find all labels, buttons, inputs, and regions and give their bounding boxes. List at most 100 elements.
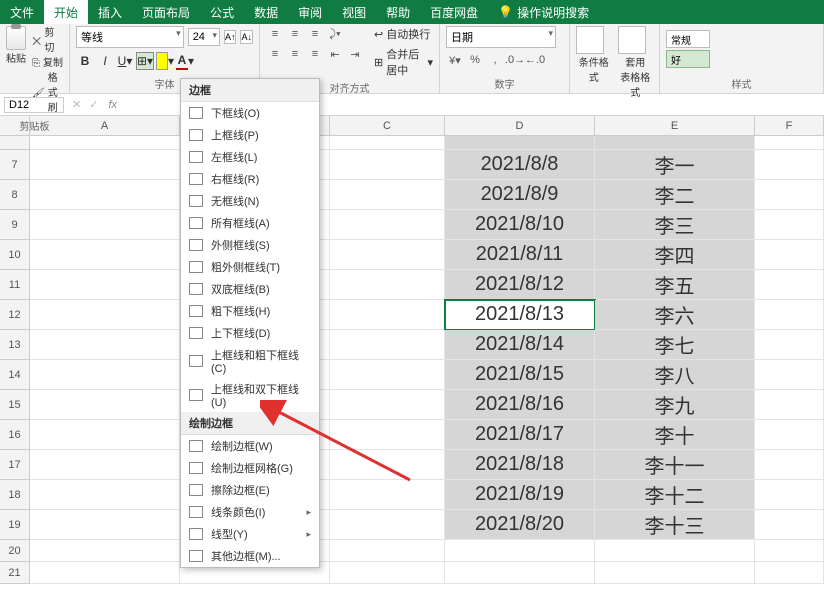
- row-header-11[interactable]: 11: [0, 270, 30, 300]
- cell-D15[interactable]: 2021/8/16: [445, 390, 595, 420]
- select-all-corner[interactable]: [0, 116, 30, 135]
- border-option-6[interactable]: 外侧框线(S): [181, 234, 319, 256]
- inc-decimal-button[interactable]: .0→: [506, 52, 524, 68]
- style-good[interactable]: 好: [666, 50, 710, 68]
- cell-A18[interactable]: [30, 480, 180, 510]
- row-header-14[interactable]: 14: [0, 360, 30, 390]
- cell-C15[interactable]: [330, 390, 445, 420]
- cell-C8[interactable]: [330, 180, 445, 210]
- draw-border-option-4[interactable]: 线型(Y): [181, 523, 319, 545]
- decrease-font-button[interactable]: A↓: [240, 30, 253, 44]
- cell-D21[interactable]: [445, 562, 595, 584]
- cell-A17[interactable]: [30, 450, 180, 480]
- cell-D11[interactable]: 2021/8/12: [445, 270, 595, 300]
- cut-button[interactable]: 剪切: [32, 26, 63, 56]
- cell-C17[interactable]: [330, 450, 445, 480]
- tab-data[interactable]: 数据: [244, 0, 288, 24]
- cell-A10[interactable]: [30, 240, 180, 270]
- row-header-21[interactable]: 21: [0, 562, 30, 584]
- cell-E9[interactable]: 李三: [595, 210, 755, 240]
- cell-E18[interactable]: 李十二: [595, 480, 755, 510]
- conditional-format-button[interactable]: 条件格式: [576, 26, 612, 99]
- draw-border-option-2[interactable]: 擦除边框(E): [181, 479, 319, 501]
- cell-D18[interactable]: 2021/8/19: [445, 480, 595, 510]
- cell-F8[interactable]: [755, 180, 824, 210]
- tell-me[interactable]: 💡 操作说明搜索: [488, 0, 599, 24]
- cell-D14[interactable]: 2021/8/15: [445, 360, 595, 390]
- cancel-icon[interactable]: ✕: [68, 98, 85, 111]
- fx-icon[interactable]: fx: [102, 99, 123, 111]
- font-color-button[interactable]: A▾: [176, 52, 194, 70]
- cell-E11[interactable]: 李五: [595, 270, 755, 300]
- fill-color-button[interactable]: ▾: [156, 52, 174, 70]
- border-option-11[interactable]: 上框线和粗下框线(C): [181, 344, 319, 378]
- cell-C12[interactable]: [330, 300, 445, 330]
- cell-D7[interactable]: 2021/8/8: [445, 150, 595, 180]
- cell-E8[interactable]: 李二: [595, 180, 755, 210]
- indent-dec-button[interactable]: ⇤: [326, 46, 344, 62]
- cell-F19[interactable]: [755, 510, 824, 540]
- cell-D17[interactable]: 2021/8/18: [445, 450, 595, 480]
- cell-D20[interactable]: [445, 540, 595, 562]
- increase-font-button[interactable]: A↑: [224, 30, 237, 44]
- cell-F16[interactable]: [755, 420, 824, 450]
- cell-C14[interactable]: [330, 360, 445, 390]
- cell-F14[interactable]: [755, 360, 824, 390]
- cell-A11[interactable]: [30, 270, 180, 300]
- style-normal[interactable]: 常规: [666, 30, 710, 48]
- cell-E7[interactable]: 李一: [595, 150, 755, 180]
- merge-center-button[interactable]: ⊞ 合并后居中 ▾: [374, 46, 433, 78]
- name-box[interactable]: D12: [4, 97, 64, 113]
- worksheet[interactable]: 7 2021/8/8 李一 8 2021/8/9 李二 9 2021/8/10 …: [0, 136, 824, 584]
- row-header-10[interactable]: 10: [0, 240, 30, 270]
- cell-A12[interactable]: [30, 300, 180, 330]
- tab-view[interactable]: 视图: [332, 0, 376, 24]
- cell-C21[interactable]: [330, 562, 445, 584]
- row-header-20[interactable]: 20: [0, 540, 30, 562]
- border-option-12[interactable]: 上框线和双下框线(U): [181, 378, 319, 412]
- border-option-7[interactable]: 粗外侧框线(T): [181, 256, 319, 278]
- cell-A13[interactable]: [30, 330, 180, 360]
- cell-F20[interactable]: [755, 540, 824, 562]
- cell-C9[interactable]: [330, 210, 445, 240]
- cell-C10[interactable]: [330, 240, 445, 270]
- align-center-button[interactable]: ≡: [286, 46, 304, 62]
- indent-inc-button[interactable]: ⇥: [346, 46, 364, 62]
- cell-C13[interactable]: [330, 330, 445, 360]
- wrap-text-button[interactable]: ↩ 自动换行: [374, 26, 433, 42]
- row-header-17[interactable]: 17: [0, 450, 30, 480]
- row-header-16[interactable]: 16: [0, 420, 30, 450]
- bold-button[interactable]: B: [76, 52, 94, 70]
- col-header-c[interactable]: C: [330, 116, 445, 135]
- align-bottom-button[interactable]: ≡: [306, 26, 324, 42]
- border-option-8[interactable]: 双底框线(B): [181, 278, 319, 300]
- cell-F12[interactable]: [755, 300, 824, 330]
- cell-F13[interactable]: [755, 330, 824, 360]
- border-option-4[interactable]: 无框线(N): [181, 190, 319, 212]
- row-header-13[interactable]: 13: [0, 330, 30, 360]
- tab-review[interactable]: 审阅: [288, 0, 332, 24]
- col-header-e[interactable]: E: [595, 116, 755, 135]
- row-header-7[interactable]: 7: [0, 150, 30, 180]
- row-header-8[interactable]: 8: [0, 180, 30, 210]
- confirm-icon[interactable]: ✓: [85, 98, 102, 111]
- border-option-9[interactable]: 粗下框线(H): [181, 300, 319, 322]
- border-option-10[interactable]: 上下框线(D): [181, 322, 319, 344]
- cell-A14[interactable]: [30, 360, 180, 390]
- format-as-table-button[interactable]: 套用 表格格式: [618, 26, 654, 99]
- border-option-5[interactable]: 所有框线(A): [181, 212, 319, 234]
- percent-button[interactable]: %: [466, 52, 484, 68]
- borders-button[interactable]: ⊞▾: [136, 52, 154, 70]
- cell-A8[interactable]: [30, 180, 180, 210]
- currency-button[interactable]: ¥▾: [446, 52, 464, 68]
- row-header-12[interactable]: 12: [0, 300, 30, 330]
- cell-D8[interactable]: 2021/8/9: [445, 180, 595, 210]
- cell-A19[interactable]: [30, 510, 180, 540]
- cell-E10[interactable]: 李四: [595, 240, 755, 270]
- cell-C16[interactable]: [330, 420, 445, 450]
- tab-formula[interactable]: 公式: [200, 0, 244, 24]
- align-left-button[interactable]: ≡: [266, 46, 284, 62]
- paste-button[interactable]: 粘贴: [6, 26, 26, 65]
- col-header-d[interactable]: D: [445, 116, 595, 135]
- col-header-a[interactable]: A: [30, 116, 180, 135]
